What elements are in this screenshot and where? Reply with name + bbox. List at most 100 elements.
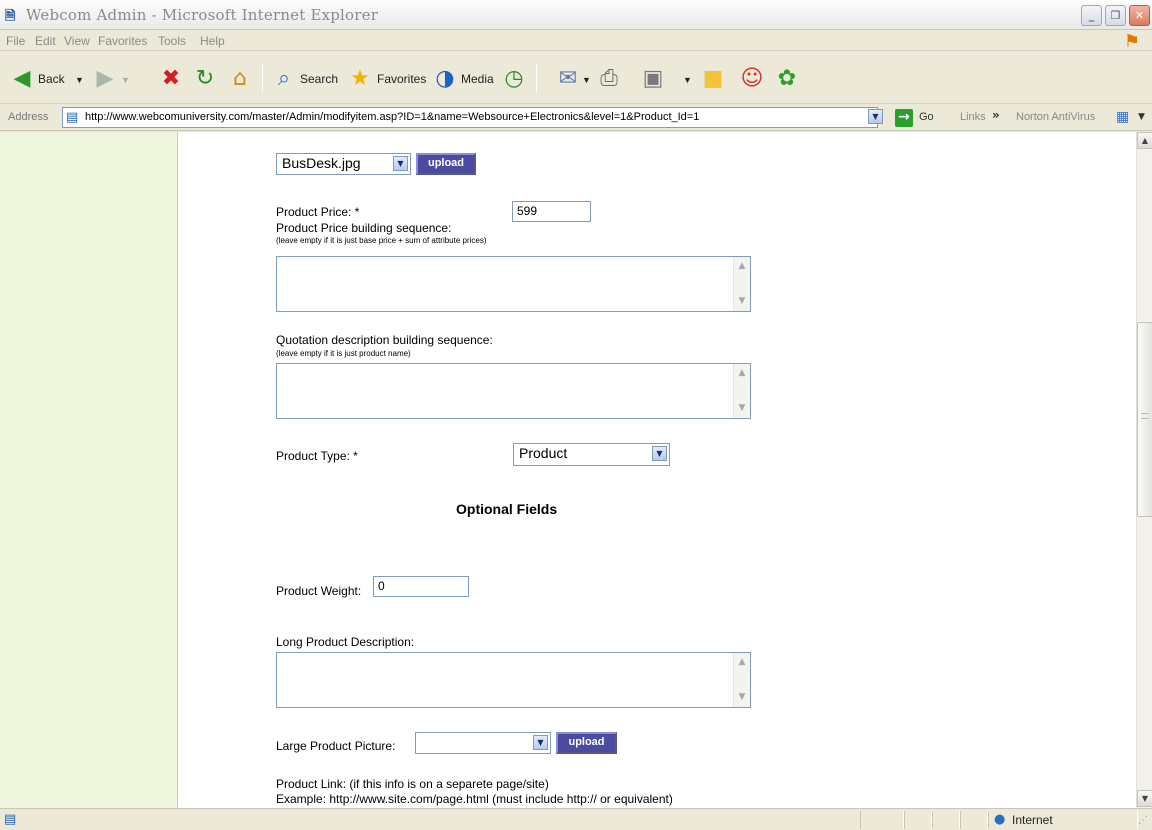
links-label[interactable]: Links: [960, 111, 986, 123]
status-cell: [904, 811, 932, 829]
status-cell: [960, 811, 988, 829]
scroll-down-icon[interactable]: ▼: [1137, 790, 1152, 807]
left-nav-panel: [0, 132, 178, 808]
price-sequence-label: Product Price building sequence:: [276, 221, 452, 235]
scroll-up-icon[interactable]: ▲: [1137, 132, 1152, 149]
quotation-textarea[interactable]: ▲ ▼: [276, 363, 751, 419]
scroll-down-icon[interactable]: ▼: [734, 293, 750, 310]
norton-icon[interactable]: ▦: [1116, 109, 1129, 125]
mail-icon[interactable]: ✉: [556, 68, 580, 90]
long-description-label: Long Product Description:: [276, 635, 415, 649]
address-bar: Address ▤ http://www.webcomuniversity.co…: [0, 105, 1152, 131]
image-select[interactable]: BusDesk.jpg ▼: [276, 153, 411, 175]
chevron-down-icon[interactable]: ▼: [652, 446, 667, 461]
maximize-button[interactable]: ❐: [1105, 5, 1126, 26]
textarea-scrollbar[interactable]: ▲ ▼: [733, 653, 750, 707]
product-type-value: Product: [519, 445, 568, 461]
grip-icon: [1141, 413, 1149, 419]
large-picture-label: Large Product Picture:: [276, 739, 396, 753]
notes-icon[interactable]: ■: [702, 68, 724, 90]
favorites-star-icon[interactable]: ★: [347, 68, 373, 90]
price-label: Product Price: *: [276, 205, 360, 219]
forward-arrow-icon[interactable]: ▶: [93, 68, 117, 90]
stop-icon[interactable]: ✖: [160, 68, 182, 90]
address-label: Address: [8, 111, 49, 123]
chevron-down-icon[interactable]: ▼: [393, 156, 408, 171]
back-arrow-icon[interactable]: ◀: [10, 68, 34, 90]
edit-dropdown-icon[interactable]: ▼: [683, 75, 692, 85]
status-cell: [860, 811, 904, 829]
chevron-down-icon[interactable]: ▼: [533, 735, 548, 750]
menu-help[interactable]: Help: [200, 34, 225, 48]
scrollbar-thumb[interactable]: [1137, 322, 1152, 517]
ie-page-icon: 🗎: [5, 9, 16, 24]
product-type-select[interactable]: Product ▼: [513, 443, 670, 466]
large-picture-select[interactable]: ▼: [415, 732, 551, 754]
print-icon[interactable]: ⎙: [596, 68, 622, 90]
address-url[interactable]: http://www.webcomuniversity.com/master/A…: [85, 111, 699, 123]
price-input[interactable]: 599: [512, 201, 591, 222]
history-icon[interactable]: ◷: [502, 68, 526, 90]
long-description-textarea[interactable]: ▲ ▼: [276, 652, 751, 708]
mail-dropdown-icon[interactable]: ▼: [582, 75, 591, 85]
minimize-button[interactable]: _: [1081, 5, 1102, 26]
menu-file[interactable]: File: [6, 34, 25, 48]
window-title: Webcom Admin - Microsoft Internet Explor…: [26, 6, 379, 24]
page-icon: ▤: [66, 110, 79, 125]
norton-dropdown-icon[interactable]: ▼: [1138, 112, 1145, 122]
weight-input[interactable]: 0: [373, 576, 469, 597]
search-icon[interactable]: ⌕: [272, 68, 296, 90]
favorites-label[interactable]: Favorites: [377, 72, 426, 86]
price-sequence-textarea[interactable]: ▲ ▼: [276, 256, 751, 312]
menu-edit[interactable]: Edit: [35, 34, 56, 48]
back-dropdown-icon[interactable]: ▼: [75, 75, 84, 85]
title-bar: 🗎 Webcom Admin - Microsoft Internet Expl…: [0, 0, 1152, 30]
resize-grip-icon[interactable]: ⋰: [1138, 815, 1148, 826]
scroll-up-icon[interactable]: ▲: [734, 365, 750, 382]
page-viewport: BusDesk.jpg ▼ upload Product Price: * 59…: [0, 132, 1152, 808]
close-button[interactable]: ✕: [1129, 5, 1150, 26]
textarea-scrollbar[interactable]: ▲ ▼: [733, 364, 750, 418]
status-zone-cell: [988, 811, 1138, 829]
page-scrollbar[interactable]: ▲ ▼: [1136, 132, 1152, 808]
forward-dropdown-icon[interactable]: ▼: [121, 75, 130, 85]
icq-flower-icon[interactable]: ✿: [775, 68, 799, 90]
status-cell: [932, 811, 960, 829]
menu-tools[interactable]: Tools: [158, 34, 186, 48]
menu-view[interactable]: View: [64, 34, 90, 48]
product-link-label: Product Link: (if this info is on a sepa…: [276, 777, 549, 791]
address-input[interactable]: ▤ http://www.webcomuniversity.com/master…: [62, 107, 878, 128]
chevron-right-icon[interactable]: »: [992, 108, 1000, 122]
internet-globe-icon: ●: [994, 812, 1006, 827]
quotation-label: Quotation description building sequence:: [276, 333, 493, 347]
scroll-up-icon[interactable]: ▲: [734, 258, 750, 275]
home-icon[interactable]: ⌂: [228, 68, 252, 90]
optional-fields-heading: Optional Fields: [456, 501, 558, 517]
media-label[interactable]: Media: [461, 72, 494, 86]
windows-logo-icon: ⚑: [1123, 31, 1141, 52]
go-arrow-icon[interactable]: →: [895, 109, 913, 127]
address-dropdown-icon[interactable]: ▼: [868, 109, 883, 124]
menu-favorites[interactable]: Favorites: [98, 34, 147, 48]
edit-icon[interactable]: ▣: [642, 68, 664, 90]
toolbar-separator: [262, 64, 263, 92]
refresh-icon[interactable]: ↻: [194, 68, 216, 90]
search-label[interactable]: Search: [300, 72, 338, 86]
scroll-up-icon[interactable]: ▲: [734, 654, 750, 671]
messenger-icon[interactable]: ☺: [740, 68, 764, 90]
image-select-value: BusDesk.jpg: [282, 155, 361, 171]
product-link-example: Example: http://www.site.com/page.html (…: [276, 792, 673, 806]
scroll-down-icon[interactable]: ▼: [734, 689, 750, 706]
norton-antivirus-button[interactable]: Norton AntiVirus: [1016, 111, 1095, 123]
scroll-down-icon[interactable]: ▼: [734, 400, 750, 417]
upload-large-picture-button[interactable]: upload: [556, 732, 617, 754]
back-label[interactable]: Back: [38, 72, 65, 86]
menu-bar: File Edit View Favorites Tools Help ⚑: [0, 31, 1152, 52]
upload-button[interactable]: upload: [416, 153, 476, 175]
security-zone: Internet: [1012, 813, 1053, 827]
media-icon[interactable]: ◑: [433, 68, 457, 90]
go-button[interactable]: Go: [919, 111, 934, 123]
textarea-scrollbar[interactable]: ▲ ▼: [733, 257, 750, 311]
page-status-icon: ▤: [4, 812, 17, 827]
weight-label: Product Weight:: [276, 584, 362, 598]
